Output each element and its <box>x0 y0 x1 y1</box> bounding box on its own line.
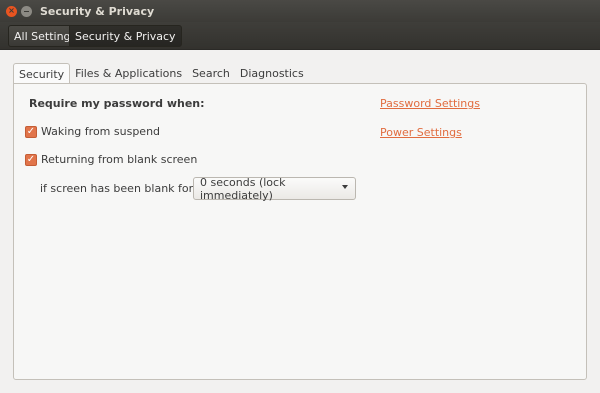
window-title: Security & Privacy <box>40 4 155 18</box>
returning-from-blank-checkbox[interactable]: ✓ <box>25 153 37 166</box>
tab-files-applications[interactable]: Files & Applications <box>70 63 187 83</box>
power-settings-link[interactable]: Power Settings <box>380 126 462 139</box>
waking-from-suspend-option[interactable]: ✓ Waking from suspend <box>25 125 160 138</box>
blank-duration-label: if screen has been blank for <box>40 182 194 195</box>
breadcrumb-security-privacy[interactable]: Security & Privacy <box>69 25 182 47</box>
close-icon[interactable]: × <box>6 5 17 17</box>
tab-search[interactable]: Search <box>187 63 235 83</box>
dropdown-arrow-icon <box>342 185 348 189</box>
tab-bar: Security Files & Applications Search Dia… <box>13 63 309 84</box>
minimize-icon[interactable] <box>21 5 32 17</box>
tab-security[interactable]: Security <box>13 63 71 84</box>
tab-diagnostics[interactable]: Diagnostics <box>235 63 309 83</box>
title-bar: × Security & Privacy <box>0 0 600 22</box>
blank-duration-value: 0 seconds (lock immediately) <box>200 175 286 202</box>
password-settings-link[interactable]: Password Settings <box>380 97 480 110</box>
returning-from-blank-option[interactable]: ✓ Returning from blank screen <box>25 153 197 166</box>
waking-from-suspend-label: Waking from suspend <box>41 125 161 138</box>
require-password-heading: Require my password when: <box>29 97 205 110</box>
toolbar: All Settings Security & Privacy <box>0 22 600 50</box>
blank-duration-select[interactable]: 0 seconds (lock immediately) <box>193 175 356 202</box>
waking-from-suspend-checkbox[interactable]: ✓ <box>25 125 37 138</box>
returning-from-blank-label: Returning from blank screen <box>41 153 198 166</box>
